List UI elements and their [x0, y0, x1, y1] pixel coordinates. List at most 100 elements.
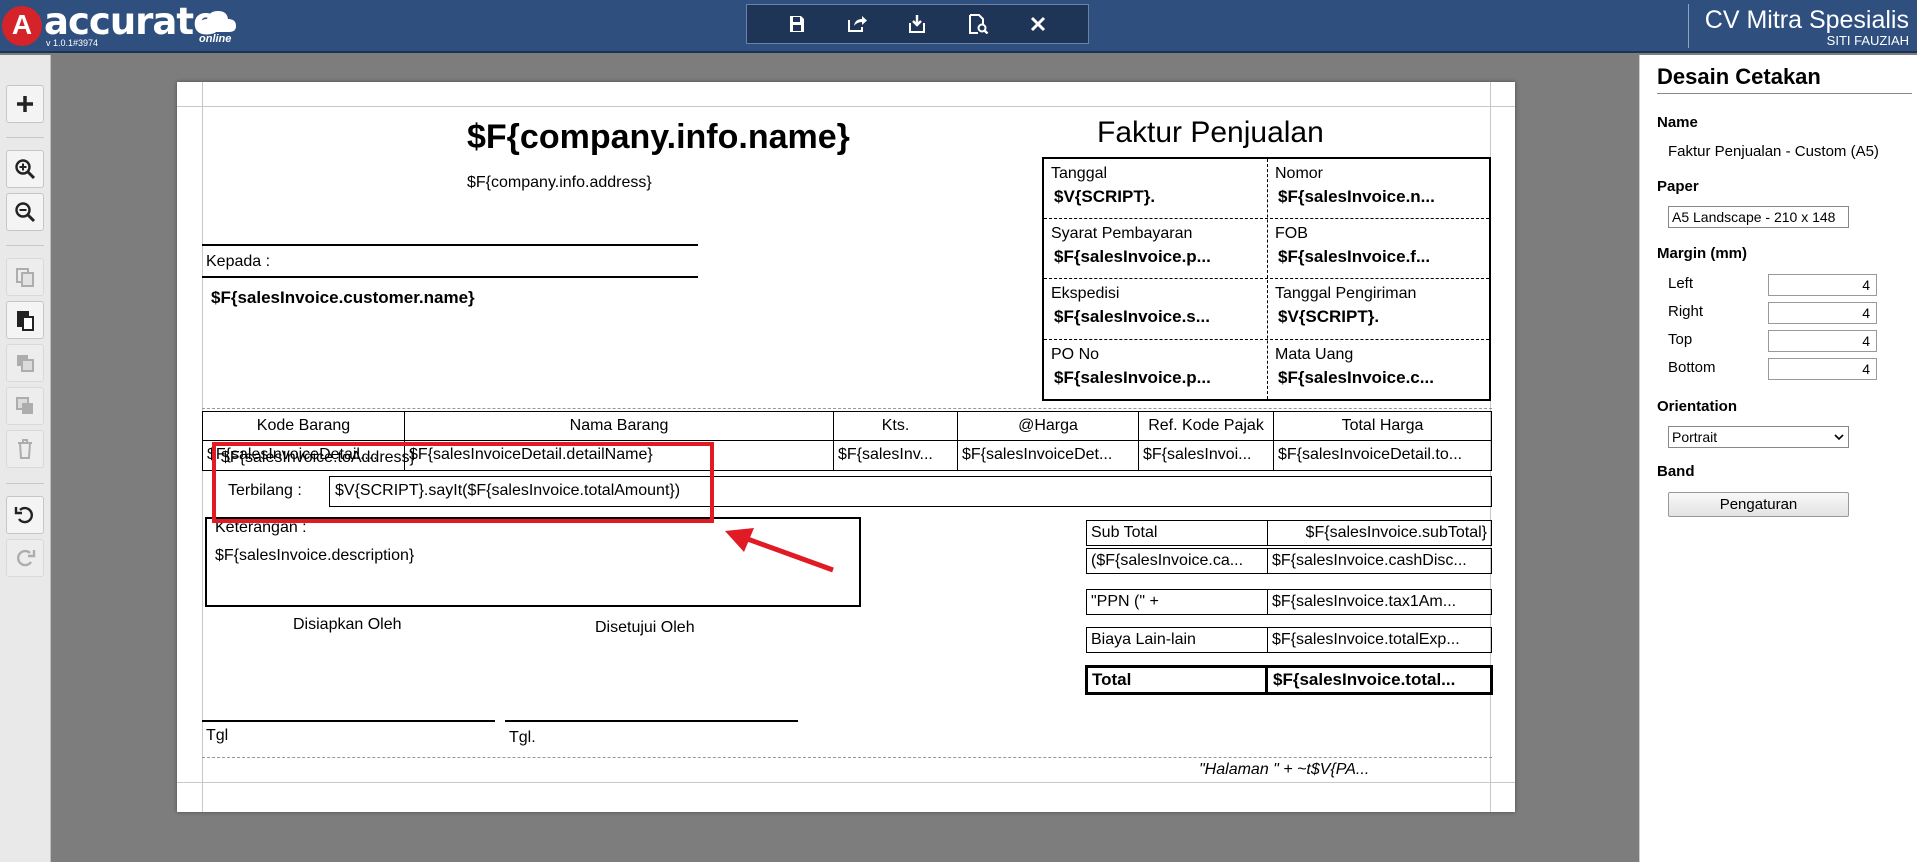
- zoom-out-icon[interactable]: [6, 193, 44, 231]
- tgl-label[interactable]: Tgl.: [509, 729, 536, 747]
- preview-icon[interactable]: [958, 6, 998, 42]
- company-info: CV Mitra Spesialis SITI FAUZIAH: [1705, 6, 1909, 48]
- zoom-in-icon[interactable]: [6, 150, 44, 188]
- red-arrow-icon: [725, 528, 834, 573]
- highlight-box: [212, 442, 714, 523]
- info-nomor[interactable]: Nomor $F{salesInvoice.n...: [1268, 159, 1492, 219]
- margin-label: Margin (mm): [1657, 245, 1747, 262]
- summary-value: $F{salesInvoice.totalExp...: [1272, 631, 1460, 648]
- info-tanggal-pengiriman[interactable]: Tanggal Pengiriman $V{SCRIPT}.: [1268, 279, 1492, 339]
- name-value: Faktur Penjualan - Custom (A5): [1668, 143, 1879, 160]
- company-address-field[interactable]: $F{company.info.address}: [467, 174, 652, 192]
- margin-bottom-label: Bottom: [1668, 359, 1716, 376]
- kepada-label[interactable]: Kepada :: [206, 253, 270, 271]
- invoice-info-box[interactable]: Tanggal $V{SCRIPT}. Nomor $F{salesInvoice.…: [1042, 157, 1491, 401]
- table-cell[interactable]: $F{salesInv...: [834, 441, 958, 470]
- user-name: SITI FAUZIAH: [1826, 33, 1909, 48]
- subtotal-row[interactable]: Sub Total $F{salesInvoice.subTotal}: [1086, 520, 1492, 546]
- info-label: FOB: [1275, 225, 1308, 242]
- cash-discount-row[interactable]: ($F{salesInvoice.ca... $F{salesInvoice.c…: [1086, 548, 1492, 574]
- margin-guide: [177, 782, 1515, 783]
- import-icon[interactable]: [897, 6, 937, 42]
- info-tanggal[interactable]: Tanggal $V{SCRIPT}.: [1044, 159, 1268, 219]
- orientation-select[interactable]: Portrait: [1668, 426, 1849, 448]
- margin-right-input[interactable]: 4: [1768, 302, 1877, 324]
- name-label: Name: [1657, 114, 1698, 131]
- summary-value: $F{salesInvoice.cashDisc...: [1272, 552, 1467, 569]
- page-number-field[interactable]: "Halaman " + ~t$V{PA...: [1199, 761, 1369, 779]
- table-cell[interactable]: $F{salesInvoiceDet...: [958, 441, 1139, 470]
- info-value: $F{salesInvoice.c...: [1278, 368, 1434, 387]
- send-back-icon[interactable]: [6, 387, 44, 425]
- close-icon[interactable]: [1018, 6, 1058, 42]
- summary-value: $F{salesInvoice.total...: [1273, 670, 1456, 689]
- ppn-row[interactable]: "PPN (" + $F{salesInvoice.tax1Am...: [1086, 589, 1492, 615]
- accurate-logo: A accurate v 1.0.1#3974 online: [2, 0, 242, 50]
- orientation-label: Orientation: [1657, 398, 1738, 415]
- paste-icon[interactable]: [6, 301, 44, 339]
- table-header[interactable]: Kts.: [834, 412, 958, 441]
- table-header[interactable]: Nama Barang: [405, 412, 834, 441]
- info-label: Syarat Pembayaran: [1051, 225, 1193, 242]
- margin-left-input[interactable]: 4: [1768, 274, 1877, 296]
- redo-icon[interactable]: [6, 539, 44, 577]
- undo-icon[interactable]: [6, 496, 44, 534]
- margin-top-input[interactable]: 4: [1768, 330, 1877, 352]
- cloud-icon: [200, 11, 236, 32]
- info-label: Tanggal Pengiriman: [1275, 285, 1417, 302]
- info-label: Ekspedisi: [1051, 285, 1120, 302]
- info-syarat[interactable]: Syarat Pembayaran $F{salesInvoice.p...: [1044, 219, 1268, 279]
- doc-title[interactable]: Faktur Penjualan: [1097, 116, 1324, 150]
- disiapkan-label[interactable]: Disiapkan Oleh: [293, 616, 402, 634]
- table-header[interactable]: @Harga: [958, 412, 1139, 441]
- company-separator: [1688, 4, 1689, 48]
- paper-select[interactable]: A5 Landscape - 210 x 148: [1668, 206, 1849, 228]
- margin-left-label: Left: [1668, 275, 1694, 292]
- info-label: PO No: [1051, 346, 1100, 363]
- delete-icon[interactable]: [6, 430, 44, 468]
- disetujui-label[interactable]: Disetujui Oleh: [595, 619, 695, 637]
- band-separator: [202, 408, 1492, 409]
- info-value: $V{SCRIPT}.: [1054, 187, 1156, 206]
- info-label: Tanggal: [1051, 165, 1108, 182]
- summary-label: ($F{salesInvoice.ca...: [1087, 549, 1268, 573]
- summary-label: Total: [1088, 668, 1268, 692]
- band-settings-button[interactable]: Pengaturan: [1668, 492, 1849, 517]
- save-icon[interactable]: [777, 6, 817, 42]
- company-name-field[interactable]: $F{company.info.name}: [467, 118, 850, 157]
- add-icon[interactable]: [6, 85, 44, 123]
- description-field: $F{salesInvoice.description}: [215, 547, 415, 564]
- version-label: v 1.0.1#3974: [46, 38, 99, 48]
- copy-icon[interactable]: [6, 258, 44, 296]
- biaya-lain-row[interactable]: Biaya Lain-lain $F{salesInvoice.totalExp…: [1086, 627, 1492, 653]
- info-ekspedisi[interactable]: Ekspedisi $F{salesInvoice.s...: [1044, 279, 1268, 339]
- chevron-down-icon: [1834, 434, 1844, 441]
- band-label: Band: [1657, 463, 1695, 480]
- signature-line[interactable]: [505, 720, 798, 722]
- info-mata-uang[interactable]: Mata Uang $F{salesInvoice.c...: [1268, 340, 1492, 400]
- margin-guide: [177, 106, 1515, 107]
- info-value: $F{salesInvoice.p...: [1054, 247, 1211, 266]
- table-header[interactable]: Ref. Kode Pajak: [1139, 412, 1274, 441]
- margin-bottom-input[interactable]: 4: [1768, 358, 1877, 380]
- info-fob[interactable]: FOB $F{salesInvoice.f...: [1268, 219, 1492, 279]
- summary-label: "PPN (" +: [1087, 590, 1268, 614]
- customer-name-field[interactable]: $F{salesInvoice.customer.name}: [211, 288, 475, 308]
- divider-line[interactable]: [202, 276, 698, 278]
- table-cell[interactable]: $F{salesInvoiceDetail.to...: [1274, 441, 1491, 470]
- tgl-label[interactable]: Tgl: [206, 727, 228, 745]
- divider-line[interactable]: [202, 244, 698, 246]
- table-cell[interactable]: $F{salesInvoi...: [1139, 441, 1274, 470]
- export-icon[interactable]: [837, 6, 877, 42]
- info-value: $F{salesInvoice.p...: [1054, 368, 1211, 387]
- total-row[interactable]: Total $F{salesInvoice.total...: [1085, 665, 1493, 695]
- title-underline: [1657, 93, 1912, 94]
- info-po-no[interactable]: PO No $F{salesInvoice.p...: [1044, 340, 1268, 400]
- summary-value: $F{salesInvoice.subTotal}: [1305, 524, 1487, 541]
- signature-line[interactable]: [202, 720, 495, 722]
- bring-front-icon[interactable]: [6, 344, 44, 382]
- table-header[interactable]: Kode Barang: [203, 412, 405, 441]
- table-header[interactable]: Total Harga: [1274, 412, 1491, 441]
- separator: [6, 137, 44, 138]
- summary-value: $F{salesInvoice.tax1Am...: [1272, 593, 1457, 610]
